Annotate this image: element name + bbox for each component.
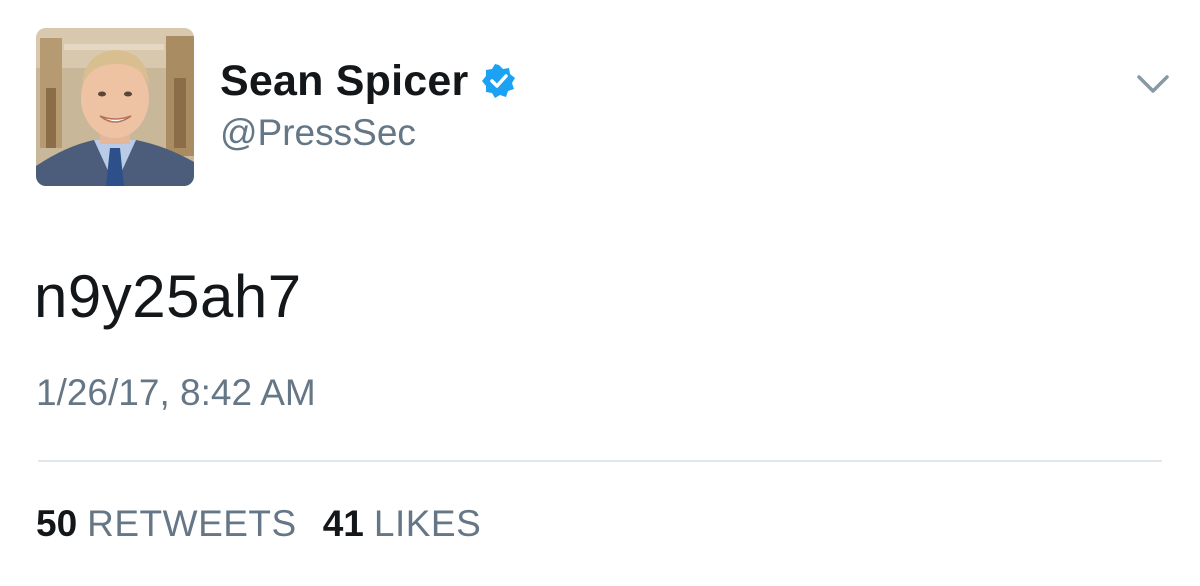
retweets-label[interactable]: RETWEETS bbox=[87, 503, 297, 545]
chevron-down-icon[interactable] bbox=[1136, 72, 1170, 96]
tweet-text: n9y25ah7 bbox=[34, 263, 302, 330]
profile-photo bbox=[36, 28, 194, 186]
tweet-card: Sean Spicer @PressSec n9y25ah7 1/26/17, … bbox=[0, 0, 1200, 586]
author-display-name[interactable]: Sean Spicer bbox=[220, 57, 468, 106]
divider bbox=[38, 460, 1162, 462]
author-name-row: Sean Spicer bbox=[220, 54, 516, 108]
retweets-count[interactable]: 50 bbox=[36, 503, 77, 545]
avatar[interactable] bbox=[36, 28, 194, 186]
likes-label[interactable]: LIKES bbox=[374, 503, 481, 545]
verified-badge-icon bbox=[482, 64, 516, 98]
author-handle[interactable]: @PressSec bbox=[220, 112, 416, 154]
tweet-stats: 50 RETWEETS 41 LIKES bbox=[36, 503, 507, 545]
tweet-timestamp[interactable]: 1/26/17, 8:42 AM bbox=[36, 372, 316, 414]
likes-count[interactable]: 41 bbox=[323, 503, 364, 545]
